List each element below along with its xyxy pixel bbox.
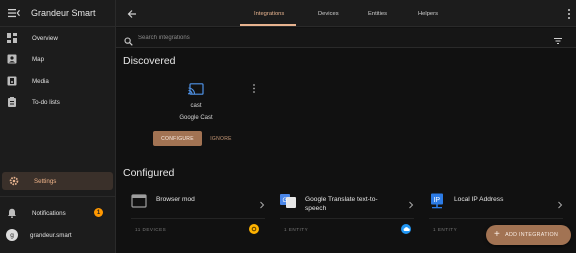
tab-devices[interactable]: Devices (318, 0, 339, 27)
sidebar-item-label: Map (32, 55, 45, 63)
sidebar: Grandeur Smart Overview Map Media To-do … (0, 0, 116, 253)
filter-icon[interactable] (553, 33, 563, 44)
sidebar-item-label: Notifications (32, 209, 66, 217)
menu-icon[interactable] (7, 6, 21, 20)
sidebar-item-profile[interactable]: g grandeur.smart (0, 226, 116, 244)
add-integration-label: ADD INTEGRATION (505, 232, 559, 238)
local-ip-icon: IP (429, 193, 445, 209)
media-icon (6, 75, 18, 87)
discovered-card: cast Google Cast CONFIGURE IGNORE (140, 76, 264, 150)
integration-domain: cast (190, 103, 202, 109)
sidebar-item-overview[interactable]: Overview (0, 29, 116, 47)
ignore-button[interactable]: IGNORE (205, 131, 237, 146)
google-translate-icon: G (280, 193, 296, 209)
card-overflow-menu-icon[interactable] (252, 82, 256, 94)
svg-text:G: G (283, 198, 288, 204)
integration-name-line2: speech (305, 204, 327, 212)
dashboard-icon (6, 32, 18, 44)
integration-name-line1: Local IP Address (454, 196, 504, 203)
card-divider (280, 218, 414, 219)
sidebar-item-label: To-do lists (32, 98, 60, 106)
user-name: grandeur.smart (30, 231, 72, 239)
integration-name-line1: Google Translate text-to- (305, 196, 378, 203)
card-divider (131, 218, 265, 219)
sidebar-item-label: Settings (34, 177, 57, 185)
search-icon (124, 33, 133, 46)
custom-integration-badge-icon (249, 224, 259, 234)
sidebar-item-label: Overview (32, 34, 58, 42)
sidebar-item-map[interactable]: Map (0, 50, 116, 68)
chevron-right-icon (408, 196, 414, 209)
sidebar-item-settings[interactable]: Settings (2, 172, 113, 190)
chevron-right-icon (557, 196, 563, 209)
tab-entities[interactable]: Entities (368, 0, 387, 27)
integration-name: Google Cast (179, 115, 213, 121)
back-arrow-icon[interactable] (126, 7, 138, 19)
bell-icon (6, 207, 18, 219)
integration-name-line1: Browser mod (156, 196, 195, 203)
entity-count[interactable]: 1 ENTITY (284, 227, 308, 232)
map-icon (6, 53, 18, 65)
avatar: g (6, 229, 18, 241)
sidebar-item-todo[interactable]: To-do lists (0, 93, 116, 111)
sidebar-item-label: Media (32, 77, 49, 85)
chevron-right-icon (259, 196, 265, 209)
more-vert-icon[interactable] (567, 7, 573, 19)
search-bar (116, 28, 576, 48)
add-integration-button[interactable]: + ADD INTEGRATION (486, 225, 571, 245)
integration-name: Google Translate text-to-speech (305, 196, 378, 213)
notification-count-badge: 1 (94, 208, 103, 217)
active-tab-indicator (240, 24, 296, 26)
top-bar: Integrations Devices Entities Helpers (116, 0, 576, 27)
app-title: Grandeur Smart (31, 8, 96, 18)
cast-icon (188, 82, 204, 95)
configured-heading: Configured (123, 167, 175, 179)
configure-button[interactable]: CONFIGURE (153, 131, 202, 146)
search-input[interactable] (138, 31, 438, 45)
svg-text:IP: IP (433, 197, 440, 204)
device-count[interactable]: 11 DEVICES (135, 227, 166, 232)
tab-integrations[interactable]: Integrations (254, 0, 284, 27)
browser-icon (131, 193, 147, 209)
sidebar-header: Grandeur Smart (0, 0, 115, 27)
tab-helpers[interactable]: Helpers (418, 0, 438, 27)
sidebar-divider (0, 196, 116, 197)
gear-icon (8, 175, 20, 187)
discovered-heading: Discovered (123, 55, 176, 67)
entity-count[interactable]: 1 ENTITY (433, 227, 457, 232)
card-divider (429, 218, 563, 219)
configured-card-google-translate[interactable]: G Google Translate text-to-speech 1 ENTI… (272, 184, 418, 253)
plus-icon: + (494, 229, 501, 240)
sidebar-item-media[interactable]: Media (0, 72, 116, 90)
cloud-badge-icon (401, 224, 411, 234)
clipboard-icon (6, 96, 18, 108)
configured-card-browser-mod[interactable]: Browser mod 11 DEVICES (123, 184, 269, 253)
